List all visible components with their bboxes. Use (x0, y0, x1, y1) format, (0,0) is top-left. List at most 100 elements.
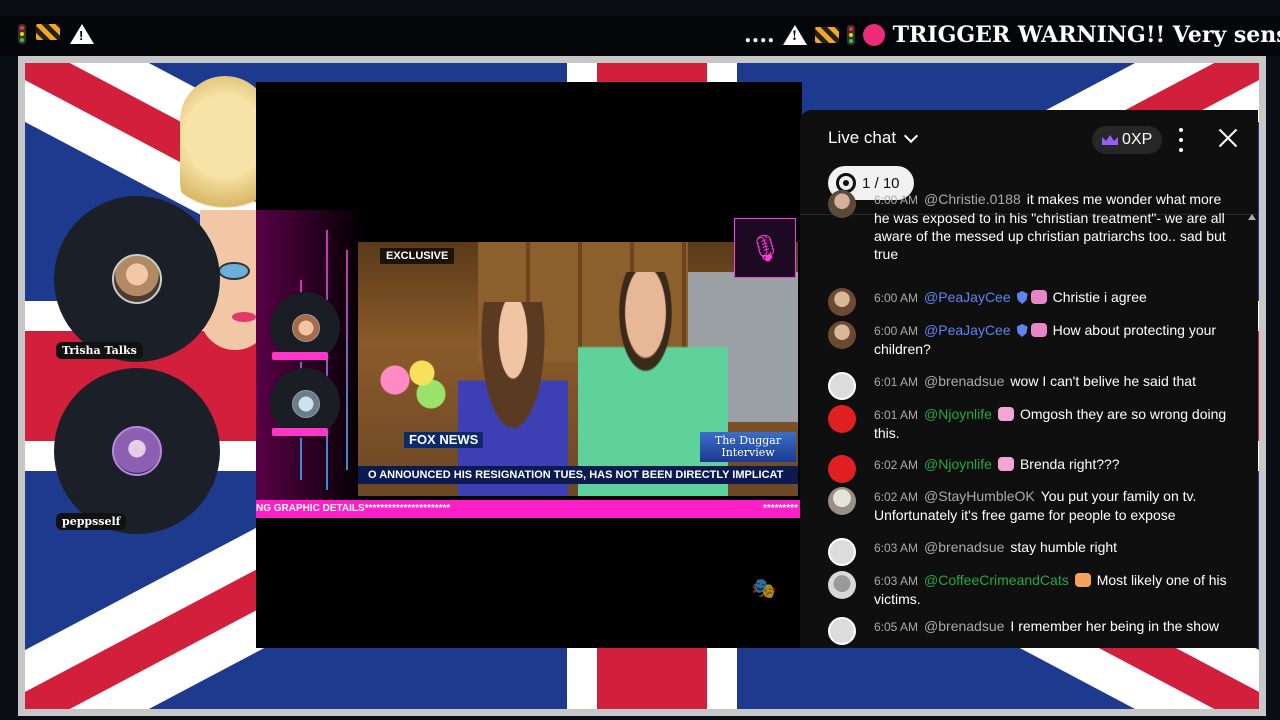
chat-message: 6:01 AM @brenadsue wow I can't belive he s… (828, 372, 1228, 400)
poll-count: 1 / 10 (862, 174, 900, 192)
message-text: Brenda right??? (1019, 456, 1120, 472)
avatar (828, 538, 856, 566)
ticker-left-icons (18, 24, 94, 44)
mascot-eye (218, 262, 250, 280)
barrier-icon (814, 27, 839, 43)
traffic-light-icon (18, 24, 26, 44)
live-chat-title-dropdown[interactable]: Live chat (828, 128, 919, 148)
guest-cam-2-label: peppsself (56, 513, 127, 530)
neon-line (346, 250, 348, 470)
message-time: 6:02 AM (874, 458, 919, 472)
ticker-text-group: .... TRIGGER WARNING!! Very sensit (744, 22, 1280, 48)
chat-message: 6:00 AM @PeaJayCee How about protecting yo… (828, 321, 1228, 358)
message-text: I remember her being in the show (1010, 618, 1219, 634)
message-time: 6:03 AM (874, 541, 919, 555)
mascot-lips (232, 312, 256, 322)
podcast-mic-icon: 🎙 (734, 218, 796, 278)
message-author[interactable]: @StayHumbleOK (924, 488, 1035, 504)
message-time: 6:03 AM (874, 574, 919, 588)
avatar (292, 390, 320, 418)
message-text: stay humble right (1010, 539, 1118, 555)
crown-icon (1102, 135, 1118, 145)
man-figure (578, 272, 728, 496)
close-icon[interactable] (1218, 128, 1238, 148)
member-badge-icon (1030, 323, 1047, 337)
guest-cam-1-label: Trisha Talks (56, 342, 143, 359)
chat-message: 6:03 AM @CoffeeCrimeandCats Most likely on… (828, 571, 1228, 608)
member-badge-icon (1030, 290, 1047, 304)
trigger-warning-text: TRIGGER WARNING!! Very sensit (892, 22, 1280, 48)
flowers (368, 352, 458, 422)
member-badge-icon (997, 407, 1014, 421)
guest-cam-2[interactable] (54, 368, 220, 534)
member-badge-icon (997, 457, 1014, 471)
avatar (112, 426, 162, 476)
chevron-down-icon (903, 128, 919, 143)
xp-value: 0XP (1122, 131, 1153, 148)
message-time: 6:01 AM (874, 408, 919, 422)
name-tag (272, 352, 328, 360)
live-chat-title: Live chat (828, 128, 897, 147)
duggar-interview-logo: The Duggar Interview (700, 432, 796, 462)
message-author[interactable]: @brenadsue (924, 539, 1004, 555)
avatar (828, 321, 856, 349)
record-dot-icon (862, 24, 885, 46)
message-author[interactable]: @brenadsue (924, 373, 1004, 389)
warning-icon (70, 24, 94, 44)
avatar (828, 288, 856, 316)
message-time: 6:05 AM (874, 620, 919, 634)
fox-news-logo: FOX NEWS (404, 432, 484, 448)
message-author[interactable]: @Njoynlife (924, 456, 992, 472)
traffic-light-icon (846, 25, 855, 45)
name-tag (272, 428, 328, 436)
avatar (828, 455, 856, 483)
chat-message: 6:00 AM @PeaJayCee Christie i agree (828, 288, 1228, 316)
chat-message: 6:01 AM @Njoynlife Omgosh they are so wron… (828, 405, 1228, 442)
avatar (828, 487, 856, 515)
shield-icon (1016, 291, 1028, 304)
member-badge-icon (1074, 573, 1091, 587)
message-time: 6:00 AM (874, 291, 919, 305)
chat-messages: 6:00 AM @Christie.0188 it makes me wonder … (800, 190, 1258, 648)
avatar (828, 372, 856, 400)
message-text: wow I can't belive he said that (1010, 373, 1196, 389)
news-chyron: O ANNOUNCED HIS RESIGNATION TUES, HAS NO… (358, 466, 798, 484)
message-author[interactable]: @CoffeeCrimeandCats (924, 572, 1069, 588)
message-author[interactable]: @PeaJayCee (924, 289, 1011, 305)
avatar (112, 254, 162, 304)
chat-message: 6:00 AM @Christie.0188 it makes me wonder … (828, 190, 1228, 263)
message-author[interactable]: @brenadsue (924, 618, 1004, 634)
message-author[interactable]: @Njoynlife (924, 406, 992, 422)
warning-crawl-text: NG GRAPHIC DETAILS********************** (256, 503, 451, 514)
shield-icon (1016, 324, 1028, 337)
neon-line (326, 230, 328, 490)
guest-cam-1[interactable] (54, 196, 220, 362)
chat-message: 6:03 AM @brenadsue stay humble right (828, 538, 1228, 566)
stream-canvas: .... TRIGGER WARNING!! Very sensit Trish… (0, 0, 1280, 720)
message-text: Christie i agree (1052, 289, 1147, 305)
ticker-bar: .... TRIGGER WARNING!! Very sensit (0, 16, 1280, 56)
ticker-prefix: .... (744, 22, 775, 48)
avatar (828, 190, 856, 218)
message-time: 6:00 AM (874, 324, 919, 338)
mini-cam-2 (270, 368, 340, 438)
avatar (828, 571, 856, 599)
live-chat-panel: Live chat 0XP 1 / 10 6:00 AM @Christie.01… (800, 110, 1258, 648)
message-author[interactable]: @Christie.0188 (924, 191, 1021, 207)
avatar (828, 405, 856, 433)
message-time: 6:01 AM (874, 375, 919, 389)
avatar (828, 617, 856, 645)
barrier-icon (36, 24, 60, 40)
warning-crawl-right: ********* (762, 503, 798, 514)
message-text: You put your family on tv. Unfortunately… (874, 488, 1197, 523)
chat-message: 6:02 AM @StayHumbleOK You put your family … (828, 487, 1228, 524)
warning-crawl-bar: NG GRAPHIC DETAILS**********************… (256, 500, 800, 518)
message-time: 6:00 AM (874, 193, 919, 207)
more-options-icon[interactable] (1178, 128, 1184, 152)
exclusive-tag: EXCLUSIVE (380, 248, 455, 264)
xp-button[interactable]: 0XP (1092, 126, 1163, 154)
message-author[interactable]: @PeaJayCee (924, 322, 1011, 338)
mask-watermark-icon: 🎭 (751, 578, 777, 600)
avatar (292, 314, 320, 342)
chat-message: 6:02 AM @Njoynlife Brenda right??? (828, 455, 1228, 483)
